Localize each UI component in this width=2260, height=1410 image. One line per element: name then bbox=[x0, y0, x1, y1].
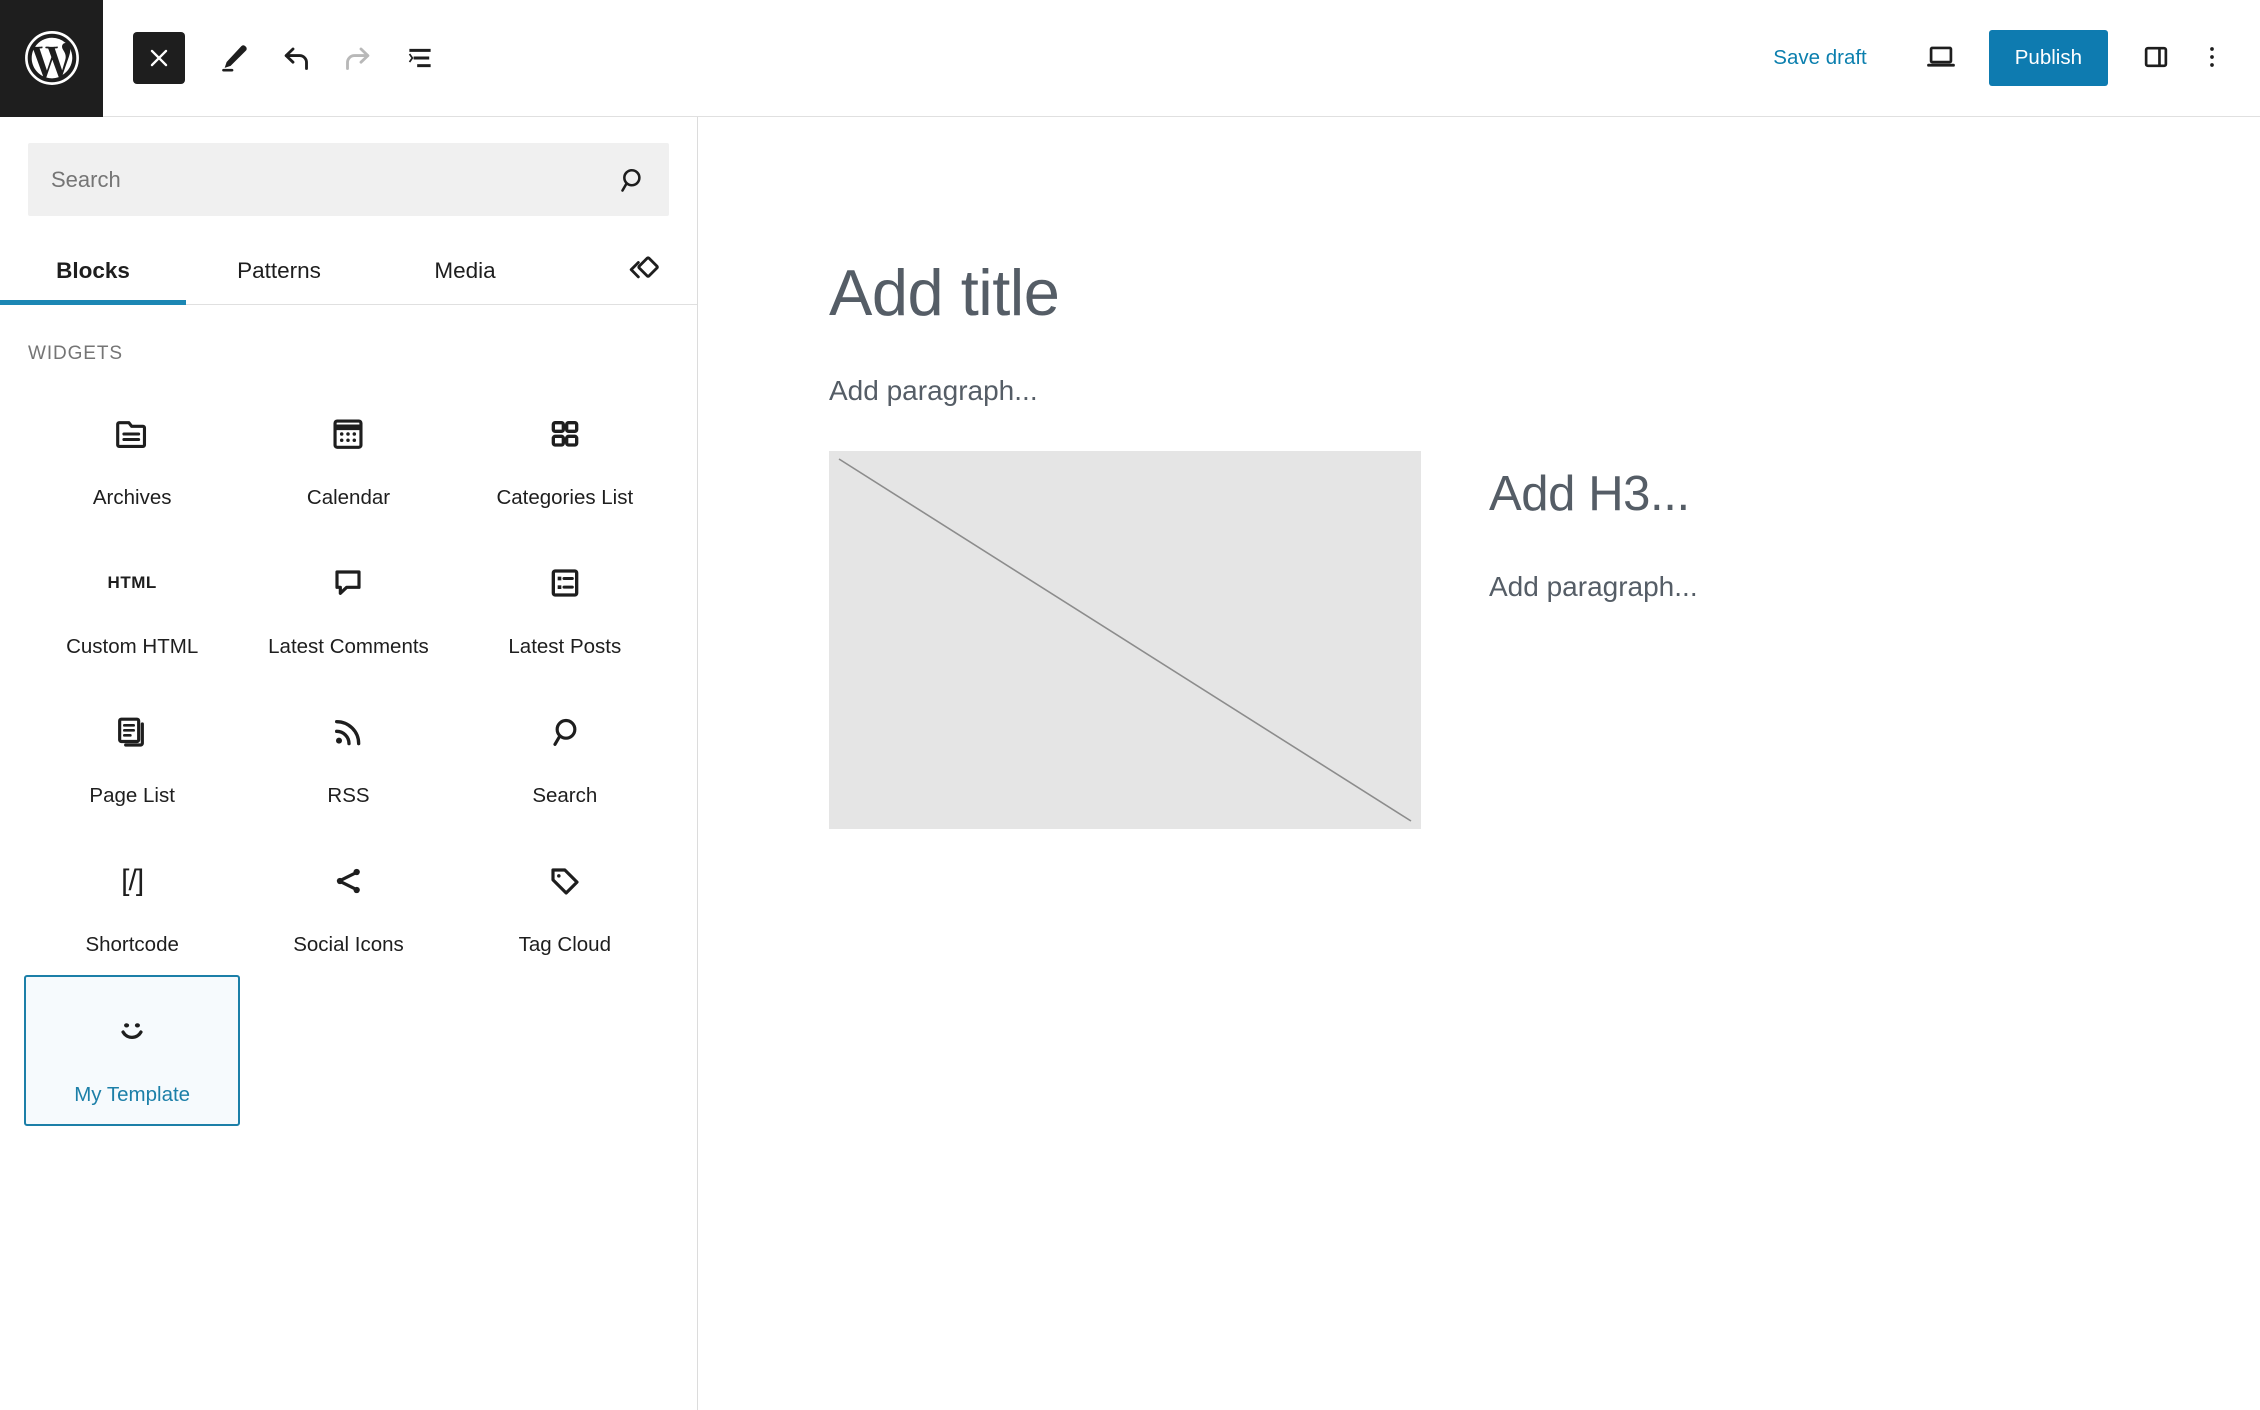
block-item-calendar[interactable]: Calendar bbox=[240, 379, 456, 528]
block-item-shortcode[interactable]: [/] Shortcode bbox=[24, 826, 240, 975]
block-item-my-template[interactable]: My Template bbox=[24, 975, 241, 1127]
image-placeholder[interactable] bbox=[829, 450, 1421, 829]
publish-button[interactable]: Publish bbox=[1988, 30, 2108, 86]
wordpress-logo-button[interactable] bbox=[0, 0, 103, 117]
tab-patterns[interactable]: Patterns bbox=[186, 238, 372, 304]
block-item-label: Search bbox=[532, 784, 598, 808]
shortcode-brackets-icon: [/] bbox=[121, 853, 144, 909]
comment-bubble-icon bbox=[328, 555, 368, 611]
editor-canvas: Add title Add paragraph... Add H3... Add… bbox=[699, 117, 2260, 1410]
image-diagonal-placeholder bbox=[829, 451, 1421, 829]
block-item-label: Tag Cloud bbox=[518, 933, 611, 957]
block-item-categories-list[interactable]: Categories List bbox=[457, 379, 673, 528]
tag-icon bbox=[545, 853, 585, 909]
header-left-toolbar bbox=[103, 27, 451, 89]
block-item-label: Calendar bbox=[306, 486, 391, 509]
block-item-label: Archives bbox=[92, 486, 172, 509]
edit-tool-button[interactable] bbox=[203, 27, 265, 89]
block-item-label: Latest Comments bbox=[268, 635, 429, 659]
paragraph-block-side[interactable]: Add paragraph... bbox=[1489, 571, 2260, 603]
editor-header: Save draft Publish bbox=[0, 0, 2260, 117]
block-item-label: Social Icons bbox=[293, 933, 404, 957]
close-icon bbox=[146, 45, 172, 71]
rss-icon bbox=[328, 704, 368, 760]
pages-stack-icon bbox=[112, 704, 152, 760]
block-item-label: Latest Posts bbox=[508, 635, 622, 659]
post-title-input[interactable]: Add title bbox=[699, 117, 2260, 329]
three-dots-vertical-icon bbox=[2199, 42, 2225, 75]
block-item-page-list[interactable]: Page List bbox=[24, 677, 240, 826]
block-item-custom-html[interactable]: HTML Custom HTML bbox=[24, 528, 240, 677]
calendar-icon bbox=[327, 406, 369, 462]
block-item-social-icons[interactable]: Social Icons bbox=[240, 826, 456, 975]
search-input[interactable] bbox=[29, 144, 668, 215]
save-draft-button[interactable]: Save draft bbox=[1755, 34, 1884, 82]
block-inserter-sidebar: Blocks Patterns Media Widgets Archives bbox=[0, 117, 698, 1410]
grid-squares-icon bbox=[545, 406, 585, 462]
settings-sidebar-toggle[interactable] bbox=[2126, 28, 2186, 88]
block-item-label: Categories List bbox=[496, 486, 634, 509]
share-nodes-icon bbox=[328, 853, 368, 909]
block-item-label: My Template bbox=[74, 1083, 191, 1107]
undo-button[interactable] bbox=[265, 27, 327, 89]
tab-blocks[interactable]: Blocks bbox=[0, 238, 186, 304]
tab-media[interactable]: Media bbox=[372, 238, 558, 304]
wordpress-logo-icon bbox=[23, 29, 81, 87]
list-view-icon bbox=[403, 41, 437, 75]
block-item-label: Shortcode bbox=[85, 933, 179, 957]
heading-block-h3[interactable]: Add H3... bbox=[1489, 465, 2260, 524]
redo-icon bbox=[340, 40, 376, 76]
list-document-icon bbox=[545, 555, 585, 611]
block-item-label: Page List bbox=[89, 784, 175, 808]
block-diamonds-icon bbox=[624, 250, 664, 293]
smiley-face-icon bbox=[111, 1003, 153, 1059]
media-text-block: Add H3... Add paragraph... bbox=[699, 450, 2260, 829]
html-text-icon: HTML bbox=[108, 555, 157, 611]
search-magnifier-icon bbox=[545, 704, 585, 760]
block-item-label: Custom HTML bbox=[66, 635, 199, 659]
media-text-content: Add H3... Add paragraph... bbox=[1421, 451, 2260, 829]
search-container bbox=[0, 117, 697, 216]
list-view-button[interactable] bbox=[389, 27, 451, 89]
pencil-icon bbox=[217, 41, 251, 75]
block-item-tag-cloud[interactable]: Tag Cloud bbox=[457, 826, 673, 975]
active-tab-indicator bbox=[0, 300, 186, 305]
block-item-latest-posts[interactable]: Latest Posts bbox=[457, 528, 673, 677]
widgets-section-label: Widgets bbox=[28, 343, 123, 364]
more-options-button[interactable] bbox=[2186, 28, 2238, 88]
html-glyph-text: HTML bbox=[107, 573, 157, 593]
preview-button[interactable] bbox=[1911, 28, 1971, 88]
block-item-rss[interactable]: RSS bbox=[240, 677, 456, 826]
sidebar-panel-icon bbox=[2140, 41, 2172, 76]
search-field[interactable] bbox=[28, 143, 669, 216]
close-editor-button[interactable] bbox=[133, 32, 185, 84]
header-right-toolbar: Save draft Publish bbox=[1755, 28, 2260, 88]
shortcode-glyph-text: [/] bbox=[121, 864, 144, 898]
inserter-tabs: Blocks Patterns Media bbox=[0, 238, 697, 305]
archives-folder-icon bbox=[110, 406, 154, 462]
block-item-archives[interactable]: Archives bbox=[24, 379, 240, 528]
block-item-label: RSS bbox=[327, 784, 370, 808]
toggle-code-view-button[interactable] bbox=[613, 240, 675, 302]
undo-icon bbox=[278, 40, 314, 76]
redo-button[interactable] bbox=[327, 27, 389, 89]
block-item-latest-comments[interactable]: Latest Comments bbox=[240, 528, 456, 677]
laptop-preview-icon bbox=[1924, 40, 1958, 77]
block-item-search[interactable]: Search bbox=[457, 677, 673, 826]
blocks-grid: Archives Calendar Categories List HTML C… bbox=[0, 365, 697, 1127]
paragraph-block-top[interactable]: Add paragraph... bbox=[699, 329, 2260, 407]
